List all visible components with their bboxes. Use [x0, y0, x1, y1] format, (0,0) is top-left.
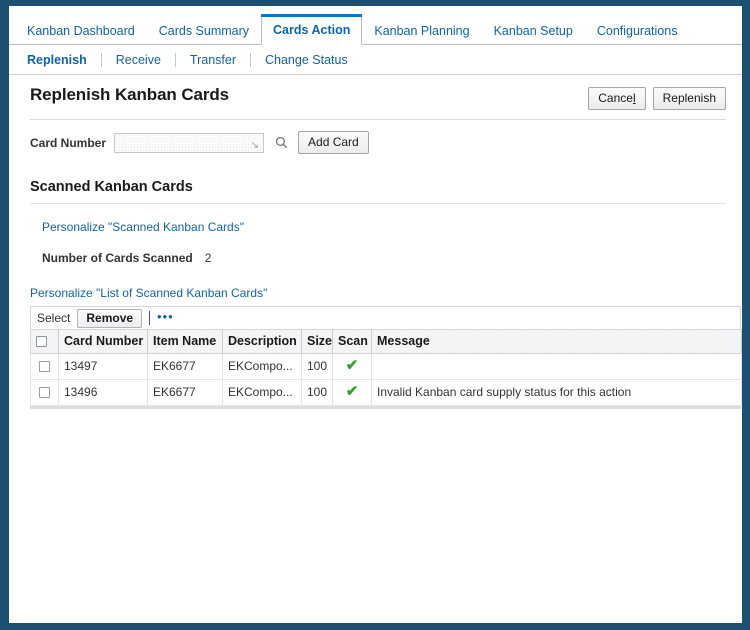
subtab-receive[interactable]: Receive	[102, 53, 175, 67]
column-item-name[interactable]: Item Name	[147, 329, 223, 354]
cell-description: EKCompo...	[222, 379, 302, 406]
page-actions: Cancel Replenish	[588, 85, 726, 110]
cards-scanned-value: 2	[204, 251, 212, 265]
personalize-list-row: Personalize "List of Scanned Kanban Card…	[21, 265, 730, 300]
more-actions-icon[interactable]: •••	[157, 310, 174, 325]
tab-label: Cards Action	[273, 23, 351, 37]
table-body: 13497 EK6677 EKCompo... 100 ✔ 13496 EK66…	[30, 353, 742, 406]
page-title: Replenish Kanban Cards	[30, 85, 230, 104]
resize-handle-icon[interactable]: ↘	[251, 140, 259, 151]
table-head: Card Number Item Name Description Size S…	[30, 329, 742, 354]
cell-size: 100	[301, 353, 333, 380]
tab-label: Kanban Dashboard	[27, 24, 135, 38]
table-row[interactable]: 13497 EK6677 EKCompo... 100 ✔	[30, 353, 742, 380]
page-header-row: Replenish Kanban Cards Cancel Replenish	[21, 75, 730, 110]
tab-label: Configurations	[596, 24, 678, 38]
cell-description: EKCompo...	[222, 353, 302, 380]
table-header-row: Card Number Item Name Description Size S…	[30, 329, 742, 354]
window-top-border	[0, 0, 750, 5]
card-number-label: Card Number	[30, 135, 107, 150]
add-card-button[interactable]: Add Card	[298, 131, 369, 154]
scan-success-icon: ✔	[345, 357, 359, 374]
column-message[interactable]: Message	[371, 329, 742, 354]
table-row[interactable]: 13496 EK6677 EKCompo... 100 ✔ Invalid Ka…	[30, 379, 742, 406]
scan-success-icon: ✔	[345, 383, 359, 400]
remove-button[interactable]: Remove	[77, 308, 143, 328]
cancel-label: Cance	[598, 91, 633, 105]
tab-kanban-setup[interactable]: Kanban Setup	[482, 17, 585, 45]
cards-scanned-row: Number of Cards Scanned 2	[21, 234, 730, 265]
tab-configurations[interactable]: Configurations	[585, 17, 690, 45]
replenish-button[interactable]: Replenish	[652, 87, 726, 110]
cell-message: Invalid Kanban card supply status for th…	[371, 379, 742, 406]
main-tab-bar: Kanban Dashboard Cards Summary Cards Act…	[9, 14, 742, 45]
toolbar-separator	[149, 311, 151, 325]
tab-cards-action[interactable]: Cards Action	[261, 14, 363, 45]
scanned-cards-table-block: Select Remove ••• Card Number Item Name	[21, 300, 742, 409]
tab-kanban-dashboard[interactable]: Kanban Dashboard	[15, 17, 147, 45]
column-card-number[interactable]: Card Number	[58, 329, 148, 354]
column-size[interactable]: Size	[301, 329, 333, 354]
row-select-cell[interactable]	[30, 353, 59, 380]
personalize-scanned-link[interactable]: Personalize "Scanned Kanban Cards"	[42, 220, 244, 234]
table-bottom-edge	[30, 406, 741, 409]
tab-label: Kanban Planning	[374, 24, 470, 38]
scanned-section-title: Scanned Kanban Cards	[30, 179, 193, 195]
cell-card-number: 13496	[58, 379, 148, 406]
card-number-input-wrapper[interactable]: ↘	[114, 132, 265, 153]
cards-scanned-label: Number of Cards Scanned	[42, 251, 193, 265]
column-select-all[interactable]	[30, 329, 59, 354]
cell-card-number: 13497	[58, 353, 148, 380]
subtab-replenish[interactable]: Replenish	[27, 53, 101, 67]
tab-cards-summary[interactable]: Cards Summary	[147, 17, 261, 45]
column-description[interactable]: Description	[222, 329, 302, 354]
cell-item-name: EK6677	[147, 379, 223, 406]
subtab-change-status[interactable]: Change Status	[251, 53, 362, 67]
select-label: Select	[37, 311, 71, 325]
cell-message	[371, 353, 742, 380]
cell-scan: ✔	[332, 353, 372, 380]
cell-size: 100	[301, 379, 333, 406]
row-checkbox[interactable]	[39, 387, 50, 399]
cell-item-name: EK6677	[147, 353, 223, 380]
tab-kanban-planning[interactable]: Kanban Planning	[362, 17, 481, 45]
cell-scan: ✔	[332, 379, 372, 406]
row-select-cell[interactable]	[30, 379, 59, 406]
tab-label: Cards Summary	[158, 24, 250, 38]
cancel-button[interactable]: Cancel	[588, 87, 646, 110]
card-number-input[interactable]	[118, 133, 241, 152]
tab-label: Kanban Setup	[493, 24, 573, 38]
personalize-list-link[interactable]: Personalize "List of Scanned Kanban Card…	[30, 286, 267, 300]
row-checkbox[interactable]	[39, 361, 50, 373]
content-area: Replenish Kanban Cards Cancel Replenish …	[9, 75, 742, 409]
scanned-cards-table: Card Number Item Name Description Size S…	[30, 329, 742, 406]
application-window: Kanban Dashboard Cards Summary Cards Act…	[0, 0, 750, 630]
column-scan[interactable]: Scan	[332, 329, 372, 354]
select-all-checkbox[interactable]	[36, 336, 47, 348]
subtab-transfer[interactable]: Transfer	[176, 53, 250, 67]
cancel-accelerator: l	[632, 91, 636, 105]
main-tab-list: Kanban Dashboard Cards Summary Cards Act…	[15, 14, 689, 45]
table-toolbar: Select Remove •••	[30, 306, 741, 329]
personalize-scanned-row: Personalize "Scanned Kanban Cards"	[21, 204, 730, 234]
card-number-row: Card Number ↘ Add Card	[21, 120, 730, 154]
page-content: Kanban Dashboard Cards Summary Cards Act…	[9, 6, 742, 623]
search-icon[interactable]	[272, 133, 290, 153]
sub-tab-bar: Replenish Receive Transfer Change Status	[9, 45, 742, 75]
